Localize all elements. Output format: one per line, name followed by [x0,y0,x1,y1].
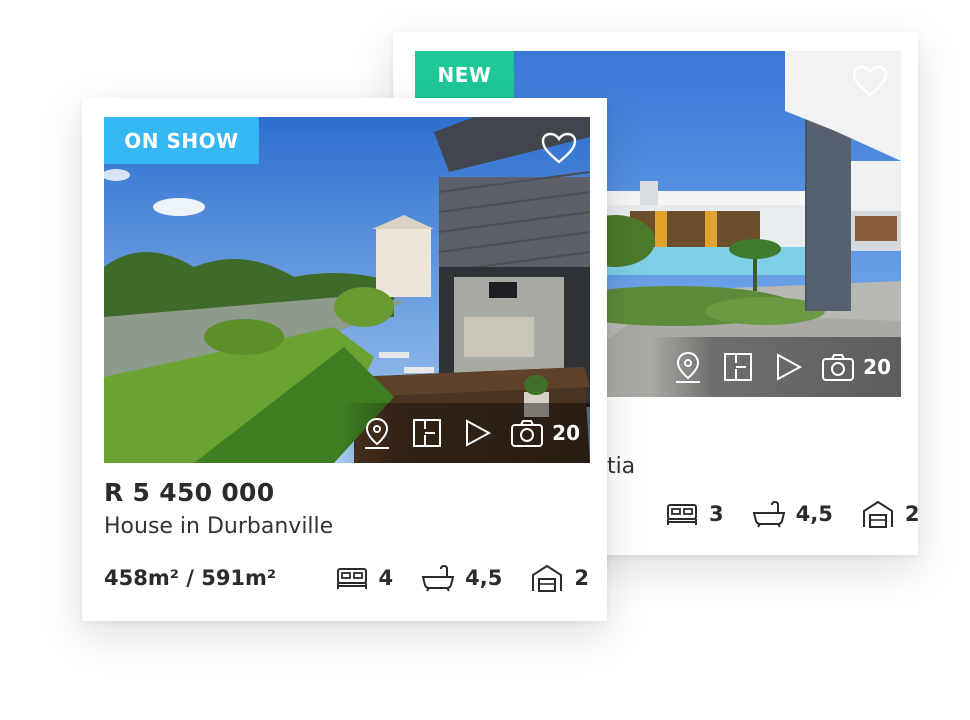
bedrooms: 3 [665,500,724,528]
bathrooms-count: 4,5 [795,502,833,526]
bathrooms: 4,5 [752,500,833,528]
bedrooms-count: 4 [378,566,394,590]
listing-card-front[interactable]: ON SHOW 20 R 5 450 000 House in Durbanvi… [82,98,607,621]
new-badge: NEW [415,51,514,98]
floor-area: 458m² / 591m² [104,566,277,590]
heart-icon[interactable] [541,132,577,164]
heart-icon[interactable] [852,65,888,97]
features-row: 458m² / 591m² 4 4,5 2 [104,558,589,598]
floorplan-icon[interactable] [410,416,444,450]
garages-count: 2 [574,566,589,590]
floorplan-icon[interactable] [721,350,755,384]
play-icon[interactable] [771,350,805,384]
listing-photo[interactable]: ON SHOW 20 [104,117,590,463]
media-bar: 20 [340,403,590,463]
bed-icon [667,504,697,525]
camera-icon[interactable] [821,350,855,384]
features-row: 3 4,5 2 [637,494,919,534]
map-pin-icon[interactable] [671,350,705,384]
bathrooms-count: 4,5 [465,566,503,590]
listing-price: R 5 450 000 [104,478,275,507]
photo-count: 20 [863,355,891,379]
bedrooms: 4 [335,564,394,592]
garage-icon [532,564,563,592]
bath-icon [752,500,785,528]
photo-count: 20 [552,421,580,445]
bathrooms: 4,5 [421,564,502,592]
garages: 2 [530,564,589,592]
garage-icon [862,500,893,528]
camera-icon[interactable] [510,416,544,450]
bed-icon [336,568,367,589]
on-show-badge: ON SHOW [104,117,259,164]
map-pin-icon[interactable] [360,416,394,450]
play-icon[interactable] [460,416,494,450]
bedrooms-count: 3 [709,502,724,526]
garages: 2 [861,500,920,528]
garages-count: 2 [904,502,920,526]
bath-icon [421,564,455,592]
media-bar: 20 [651,337,901,397]
listing-title[interactable]: House in Durbanville [104,514,333,539]
